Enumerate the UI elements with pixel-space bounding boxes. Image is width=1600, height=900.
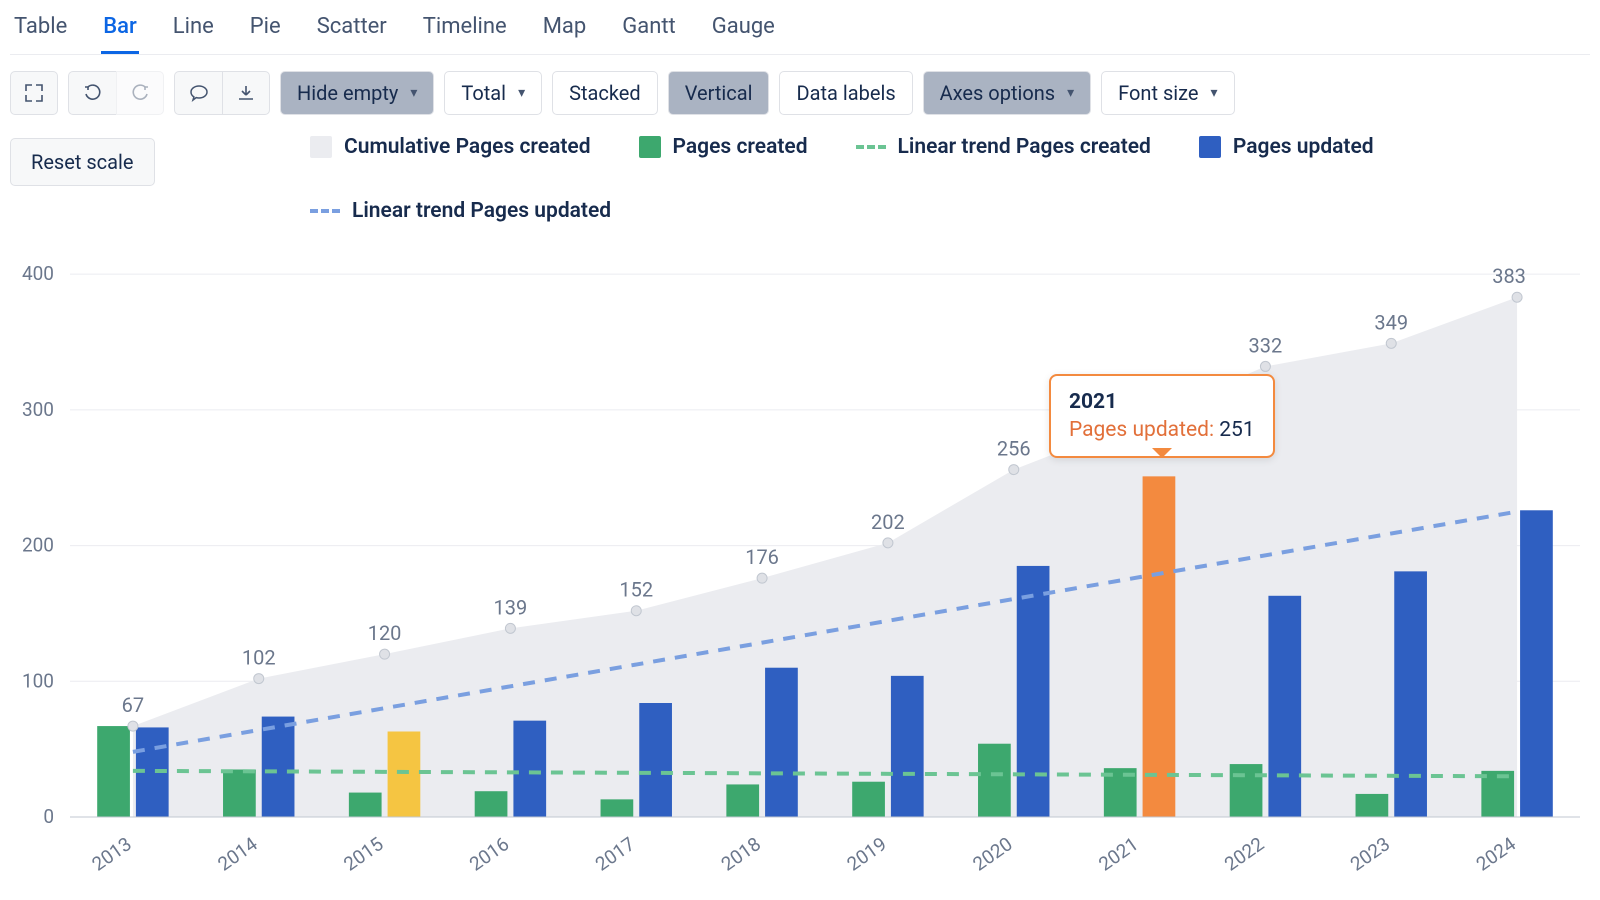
chart-type-tabs: Table Bar Line Pie Scatter Timeline Map Gantt Ga… [10,0,1590,55]
bar-created[interactable] [97,726,130,817]
chart-legend: Cumulative Pages created Pages created L… [10,127,1590,227]
svg-text:2019: 2019 [843,832,891,875]
svg-text:102: 102 [242,646,276,670]
data-labels-button[interactable]: Data labels [779,71,912,115]
tab-map[interactable]: Map [541,10,589,54]
legend-trend-created[interactable]: Linear trend Pages created [856,135,1151,159]
tab-gantt[interactable]: Gantt [620,10,678,54]
legend-pages-created[interactable]: Pages created [639,135,808,159]
bar-updated[interactable] [639,703,672,817]
download-icon[interactable] [222,71,270,115]
bar-updated[interactable] [765,668,798,817]
svg-text:2014: 2014 [213,832,261,876]
tab-table[interactable]: Table [12,10,69,54]
svg-text:332: 332 [1249,333,1283,357]
svg-text:2022: 2022 [1220,832,1268,875]
bar-created[interactable] [223,770,256,818]
chart-area[interactable]: 0100200300400671021201391521762022562923… [10,237,1590,881]
bar-updated[interactable] [1394,571,1427,817]
bar-created[interactable] [601,799,634,817]
svg-text:2013: 2013 [88,832,136,875]
tab-pie[interactable]: Pie [248,10,283,54]
svg-text:152: 152 [619,578,653,602]
bar-created[interactable] [1356,794,1389,817]
font-size-select[interactable]: Font size▾ [1101,71,1234,115]
vertical-button[interactable]: Vertical [668,71,770,115]
chevron-down-icon: ▾ [1067,85,1074,101]
tab-line[interactable]: Line [171,10,216,54]
svg-text:100: 100 [22,669,54,692]
svg-text:300: 300 [22,398,54,421]
svg-text:67: 67 [122,693,144,717]
svg-text:139: 139 [494,595,528,619]
bar-updated[interactable] [1143,476,1176,817]
chart-toolbar: Hide empty▾ Total▾ Stacked Vertical Data… [10,55,1590,127]
svg-text:2024: 2024 [1472,832,1520,876]
fullscreen-icon[interactable] [10,71,58,115]
svg-text:2015: 2015 [339,832,387,875]
bar-created[interactable] [475,791,508,817]
svg-text:202: 202 [871,510,905,534]
bar-created[interactable] [349,793,382,817]
bar-created[interactable] [1230,764,1263,817]
svg-text:2023: 2023 [1346,832,1394,875]
legend-trend-updated[interactable]: Linear trend Pages updated [310,199,611,223]
stacked-button[interactable]: Stacked [552,71,658,115]
svg-text:120: 120 [368,621,402,645]
svg-text:0: 0 [43,805,54,828]
svg-text:2017: 2017 [591,832,639,875]
legend-cumulative[interactable]: Cumulative Pages created [310,135,591,159]
chart-tooltip: 2021 Pages updated: 251 [1049,374,1275,458]
bar-created[interactable] [726,784,759,817]
tab-bar[interactable]: Bar [101,10,139,54]
bar-updated[interactable] [1268,596,1301,817]
bar-created[interactable] [852,782,885,817]
svg-text:400: 400 [22,262,54,285]
total-select[interactable]: Total▾ [444,71,542,115]
svg-text:200: 200 [22,534,54,557]
svg-text:349: 349 [1374,310,1408,334]
chevron-down-icon: ▾ [1211,85,1218,101]
chevron-down-icon: ▾ [518,85,525,101]
annotate-download-group [174,71,270,115]
svg-text:256: 256 [997,437,1031,461]
svg-text:176: 176 [745,545,779,569]
tab-scatter[interactable]: Scatter [315,10,389,54]
legend-pages-updated[interactable]: Pages updated [1199,135,1374,159]
bar-updated[interactable] [1017,566,1050,817]
tab-timeline[interactable]: Timeline [421,10,509,54]
bar-updated[interactable] [388,732,421,818]
bar-updated[interactable] [1520,510,1553,817]
undo-icon[interactable] [68,71,116,115]
svg-text:2020: 2020 [968,832,1016,875]
chevron-down-icon: ▾ [410,85,417,101]
svg-text:2018: 2018 [717,832,765,875]
svg-text:2016: 2016 [465,832,513,875]
tab-gauge[interactable]: Gauge [710,10,777,54]
undo-redo-group [68,71,164,115]
bar-created[interactable] [978,744,1011,817]
redo-icon [116,71,164,115]
bar-updated[interactable] [513,721,546,817]
bar-updated[interactable] [891,676,924,817]
svg-text:2021: 2021 [1094,832,1142,875]
comment-icon[interactable] [174,71,222,115]
axes-options-select[interactable]: Axes options▾ [923,71,1092,115]
reset-scale-button[interactable]: Reset scale [10,138,155,186]
hide-empty-select[interactable]: Hide empty▾ [280,71,434,115]
svg-text:383: 383 [1492,264,1526,288]
bar-updated[interactable] [262,717,295,817]
